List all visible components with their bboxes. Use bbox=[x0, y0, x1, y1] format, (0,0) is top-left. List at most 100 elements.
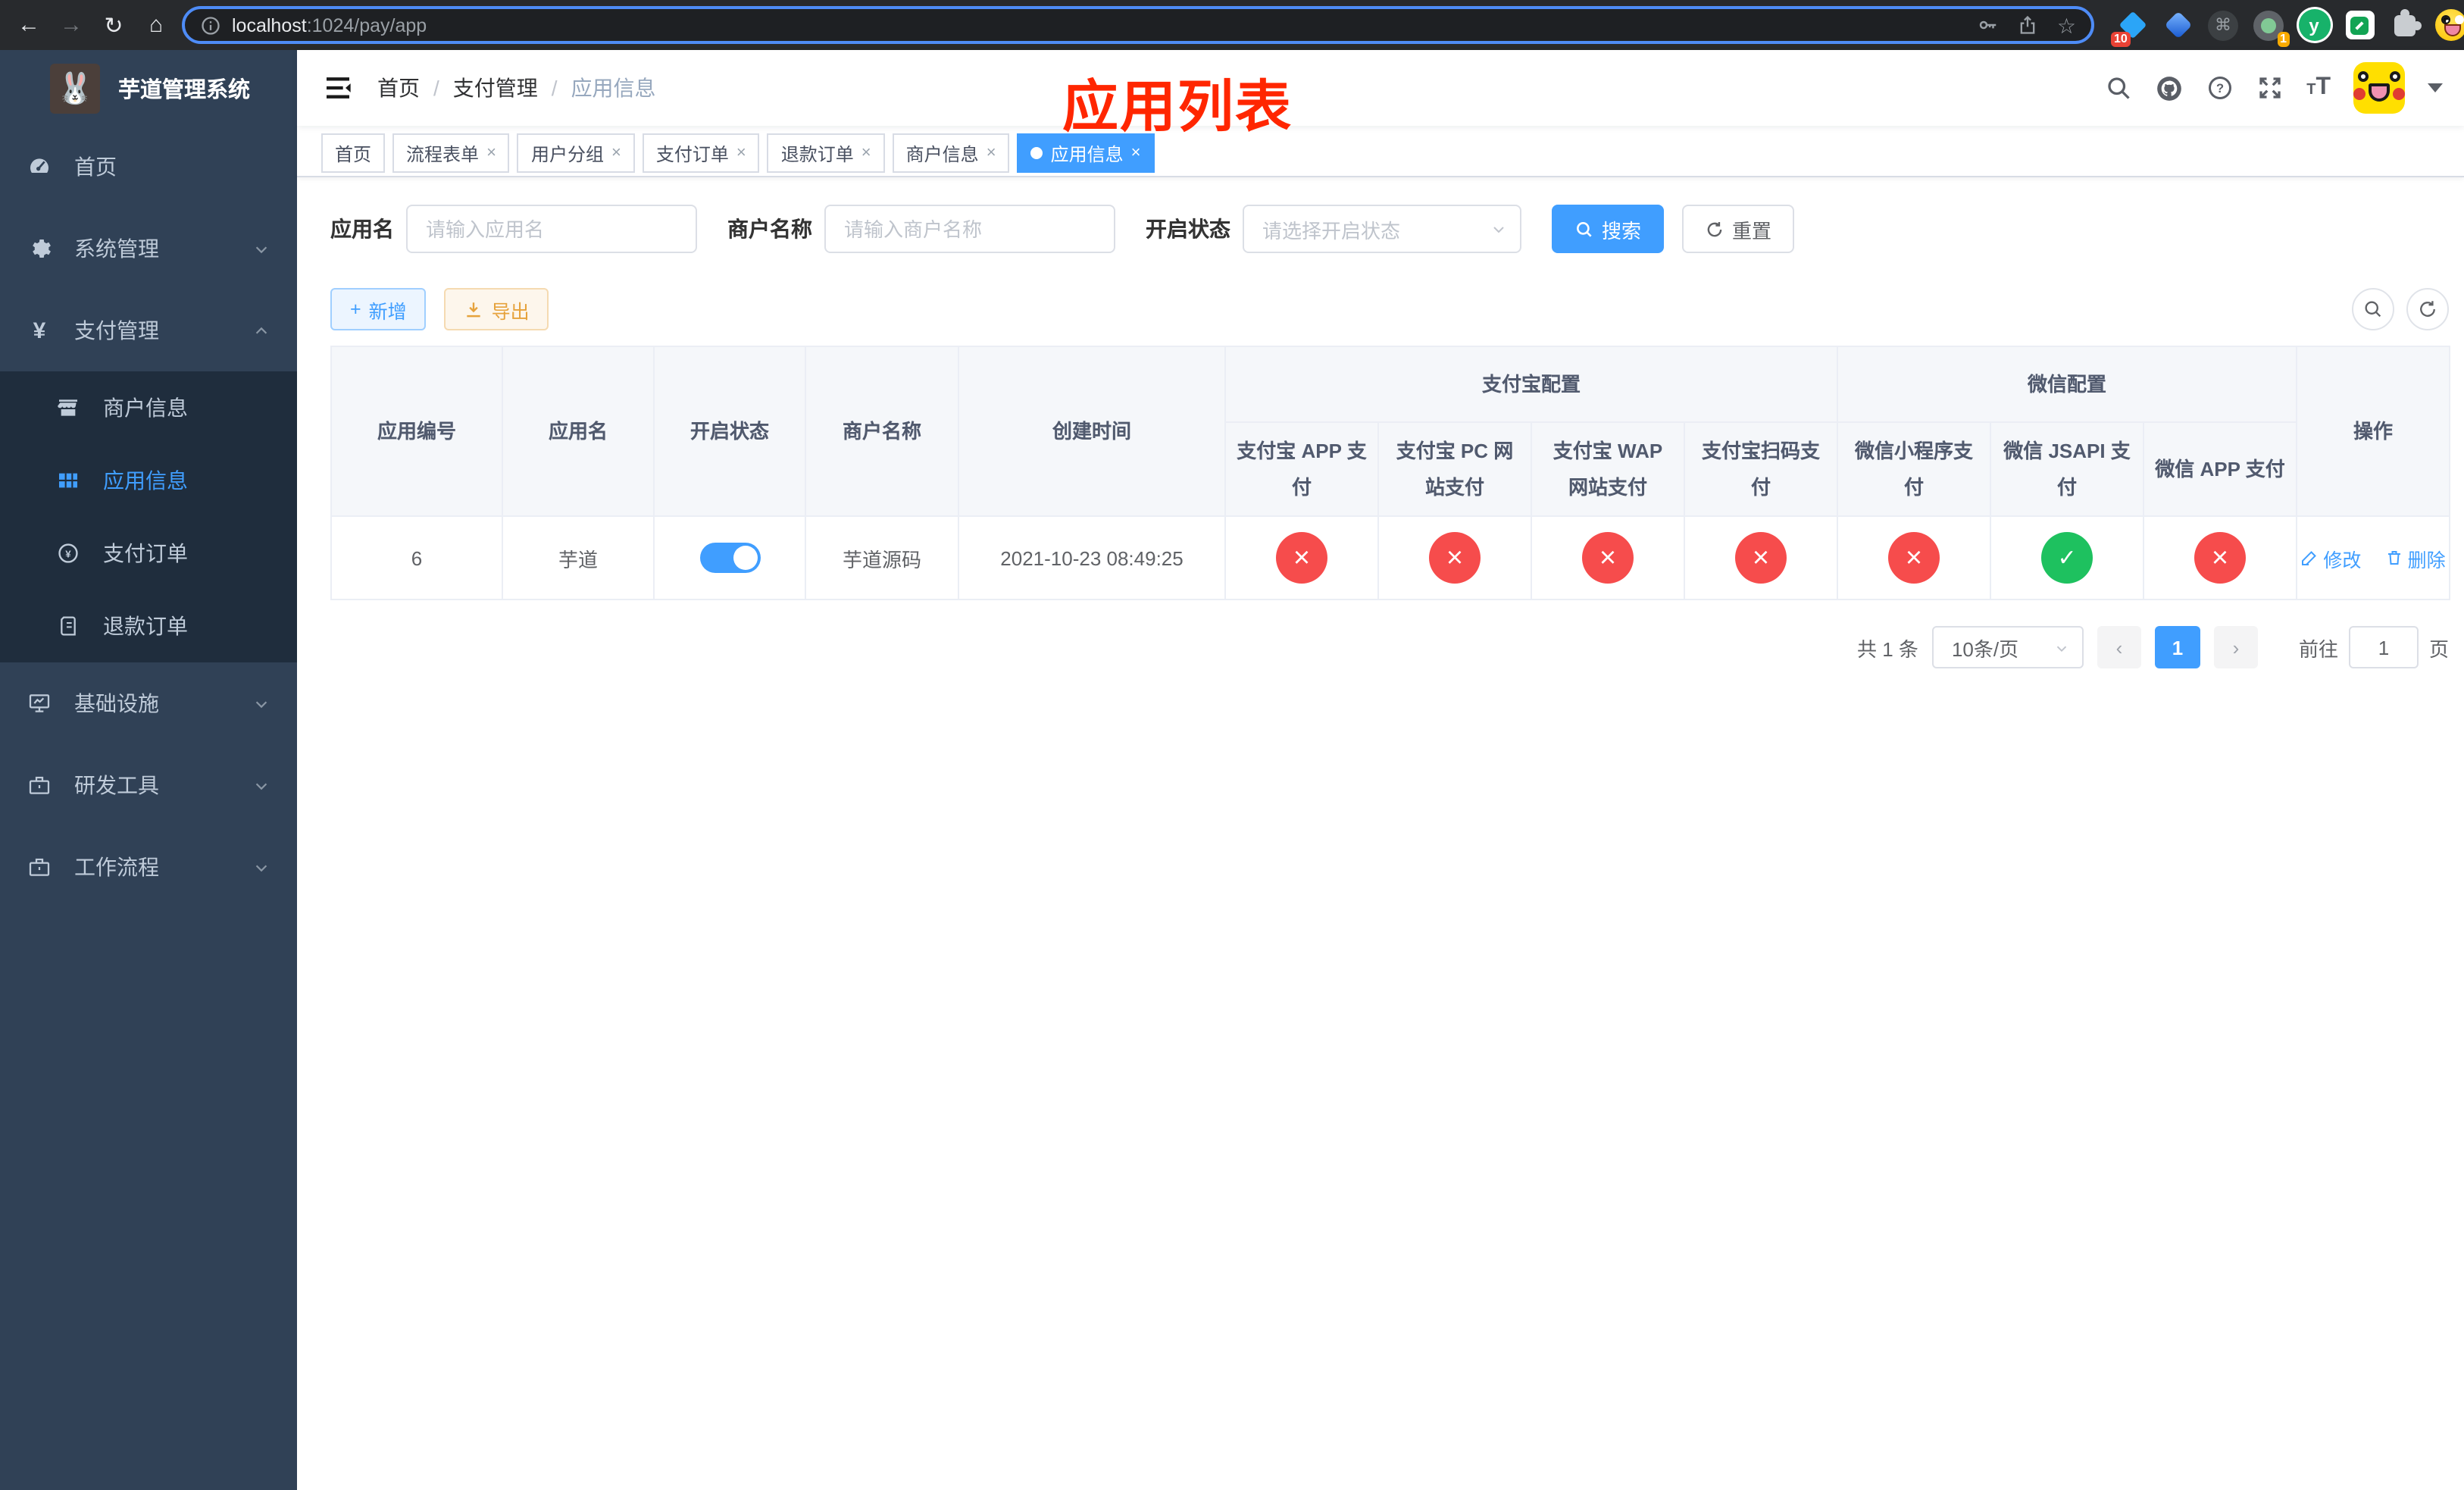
sidebar-item-system[interactable]: 系统管理 bbox=[0, 208, 297, 290]
app-logo[interactable]: 🐰 芋道管理系统 bbox=[0, 50, 297, 126]
next-page-button[interactable]: › bbox=[2213, 626, 2258, 668]
page-size-select[interactable]: 10条/页 bbox=[1931, 626, 2084, 668]
search-button[interactable]: 搜索 bbox=[1552, 205, 1665, 253]
delete-link[interactable]: 删除 bbox=[2385, 543, 2446, 572]
tab-close-icon[interactable]: × bbox=[1131, 144, 1141, 162]
goto-page-input[interactable] bbox=[2348, 626, 2419, 668]
extension-sketch-icon[interactable]: 10 bbox=[2111, 8, 2149, 46]
tab-close-icon[interactable]: × bbox=[486, 144, 496, 162]
tab-close-icon[interactable]: × bbox=[611, 144, 621, 162]
site-info-icon[interactable] bbox=[200, 14, 221, 36]
download-icon bbox=[467, 302, 481, 317]
font-size-icon[interactable]: TT bbox=[2306, 75, 2331, 100]
tab-merchant-info[interactable]: 商户信息 × bbox=[892, 133, 1010, 173]
sidebar-item-pay-order[interactable]: ¥ 支付订单 bbox=[0, 517, 297, 590]
add-button[interactable]: + 新增 bbox=[330, 288, 427, 330]
chevron-down-icon bbox=[253, 695, 270, 712]
breadcrumb-home[interactable]: 首页 bbox=[377, 73, 420, 103]
password-key-icon[interactable] bbox=[1977, 14, 2000, 36]
share-icon[interactable] bbox=[2018, 14, 2039, 36]
refund-order-icon bbox=[56, 614, 80, 638]
help-icon[interactable]: ? bbox=[2206, 74, 2234, 102]
sidebar-item-workflow[interactable]: 工作流程 bbox=[0, 826, 297, 908]
browser-home-icon[interactable]: ⌂ bbox=[139, 12, 173, 38]
extension-gem-icon[interactable] bbox=[2161, 8, 2194, 42]
sidebar-item-dev-tools[interactable]: 研发工具 bbox=[0, 744, 297, 826]
sidebar-item-payment[interactable]: ¥ 支付管理 bbox=[0, 290, 297, 371]
pay-order-icon: ¥ bbox=[56, 541, 80, 565]
logo-image: 🐰 bbox=[50, 63, 100, 113]
sidebar-item-home[interactable]: 首页 bbox=[0, 126, 297, 208]
tab-user-group[interactable]: 用户分组 × bbox=[517, 133, 635, 173]
avatar-caret-icon[interactable] bbox=[2428, 83, 2443, 92]
chevron-down-icon bbox=[1493, 227, 1504, 233]
refresh-table-button[interactable] bbox=[2406, 288, 2449, 330]
col-merchant: 商户名称 bbox=[805, 346, 959, 517]
avatar[interactable] bbox=[2353, 62, 2405, 114]
sidebar-item-refund-order[interactable]: 退款订单 bbox=[0, 590, 297, 662]
extension-emoji-icon[interactable] bbox=[2434, 8, 2464, 42]
merchant-name-input[interactable] bbox=[824, 205, 1115, 253]
extension-command-icon[interactable]: ⌘ bbox=[2206, 8, 2240, 42]
tab-home[interactable]: 首页 bbox=[321, 133, 386, 173]
alipay-qr-status-icon bbox=[1735, 532, 1787, 584]
sidebar-item-label: 应用信息 bbox=[103, 468, 188, 493]
page-content: 应用名 商户名称 开启状态 请选择开启状态 搜索 bbox=[297, 177, 2464, 668]
search-icon[interactable] bbox=[2105, 74, 2132, 102]
toggle-search-button[interactable] bbox=[2352, 288, 2394, 330]
sidebar-item-infrastructure[interactable]: 基础设施 bbox=[0, 662, 297, 744]
tab-close-icon[interactable]: × bbox=[861, 144, 871, 162]
col-group-wechat: 微信配置 bbox=[1837, 346, 2298, 423]
app-name-input[interactable] bbox=[406, 205, 697, 253]
bookmark-star-icon[interactable]: ☆ bbox=[2057, 14, 2076, 36]
browser-forward-icon[interactable]: → bbox=[55, 12, 88, 38]
browser-back-icon[interactable]: ← bbox=[12, 12, 45, 38]
github-icon[interactable] bbox=[2155, 74, 2184, 102]
breadcrumb-payment[interactable]: 支付管理 bbox=[453, 73, 538, 103]
tab-close-icon[interactable]: × bbox=[736, 144, 746, 162]
export-button[interactable]: 导出 bbox=[444, 288, 549, 330]
page-1-button[interactable]: 1 bbox=[2154, 626, 2200, 668]
reset-button[interactable]: 重置 bbox=[1682, 205, 1795, 253]
tab-label: 商户信息 bbox=[905, 143, 979, 164]
tab-close-icon[interactable]: × bbox=[987, 144, 996, 162]
tab-pay-order[interactable]: 支付订单 × bbox=[642, 133, 760, 173]
sidebar-item-app-info[interactable]: 应用信息 bbox=[0, 444, 297, 517]
url-host: localhost bbox=[232, 14, 307, 36]
fullscreen-icon[interactable] bbox=[2256, 74, 2284, 102]
sidebar-item-label: 基础设施 bbox=[74, 691, 159, 715]
extension-y-icon[interactable]: y bbox=[2297, 8, 2331, 42]
search-icon bbox=[1577, 221, 1592, 236]
wechat-jsapi-status-icon bbox=[2041, 532, 2093, 584]
row-enabled-switch[interactable] bbox=[699, 543, 760, 573]
filter-form: 应用名 商户名称 开启状态 请选择开启状态 搜索 bbox=[330, 205, 2449, 253]
address-bar[interactable]: localhost :1024/pay/app ☆ bbox=[182, 6, 2094, 44]
status-select[interactable]: 请选择开启状态 bbox=[1243, 205, 1521, 253]
browser-reload-icon[interactable]: ↻ bbox=[97, 11, 130, 39]
breadcrumb-separator: / bbox=[433, 76, 439, 100]
extension-chat-icon[interactable] bbox=[2343, 8, 2376, 42]
payment-submenu: 商户信息 应用信息 ¥ 支付订单 退款订单 bbox=[0, 371, 297, 662]
extension-puzzle-icon[interactable] bbox=[2388, 8, 2422, 42]
prev-page-button[interactable]: ‹ bbox=[2097, 626, 2141, 668]
extension-status-icon[interactable]: 1 bbox=[2252, 8, 2290, 46]
tab-label: 应用信息 bbox=[1050, 143, 1124, 164]
edit-link[interactable]: 修改 bbox=[2300, 543, 2361, 572]
app-name-label: 应用名 bbox=[330, 217, 394, 241]
tab-process-form[interactable]: 流程表单 × bbox=[392, 133, 510, 173]
svg-text:?: ? bbox=[2216, 82, 2224, 95]
refresh-icon bbox=[2420, 301, 2435, 317]
page-size-value: 10条/页 bbox=[1951, 637, 2019, 660]
tab-refund-order[interactable]: 退款订单 × bbox=[767, 133, 885, 173]
status-label: 开启状态 bbox=[1146, 217, 1230, 241]
sidebar-item-label: 研发工具 bbox=[74, 773, 159, 797]
status-select-placeholder: 请选择开启状态 bbox=[1262, 219, 1401, 242]
refresh-icon bbox=[1707, 221, 1722, 236]
browser-chrome: ← → ↻ ⌂ localhost :1024/pay/app ☆ 10 ⌘ 1… bbox=[0, 0, 2464, 50]
page-suffix-label: 页 bbox=[2428, 637, 2449, 660]
tab-app-info[interactable]: 应用信息 × bbox=[1017, 133, 1155, 173]
col-alipay-pc: 支付宝 PC 网站支付 bbox=[1377, 421, 1532, 517]
sidebar-collapse-icon[interactable] bbox=[323, 73, 353, 103]
sidebar-item-merchant-info[interactable]: 商户信息 bbox=[0, 371, 297, 444]
col-wechat-jsapi: 微信 JSAPI 支付 bbox=[1990, 421, 2145, 517]
